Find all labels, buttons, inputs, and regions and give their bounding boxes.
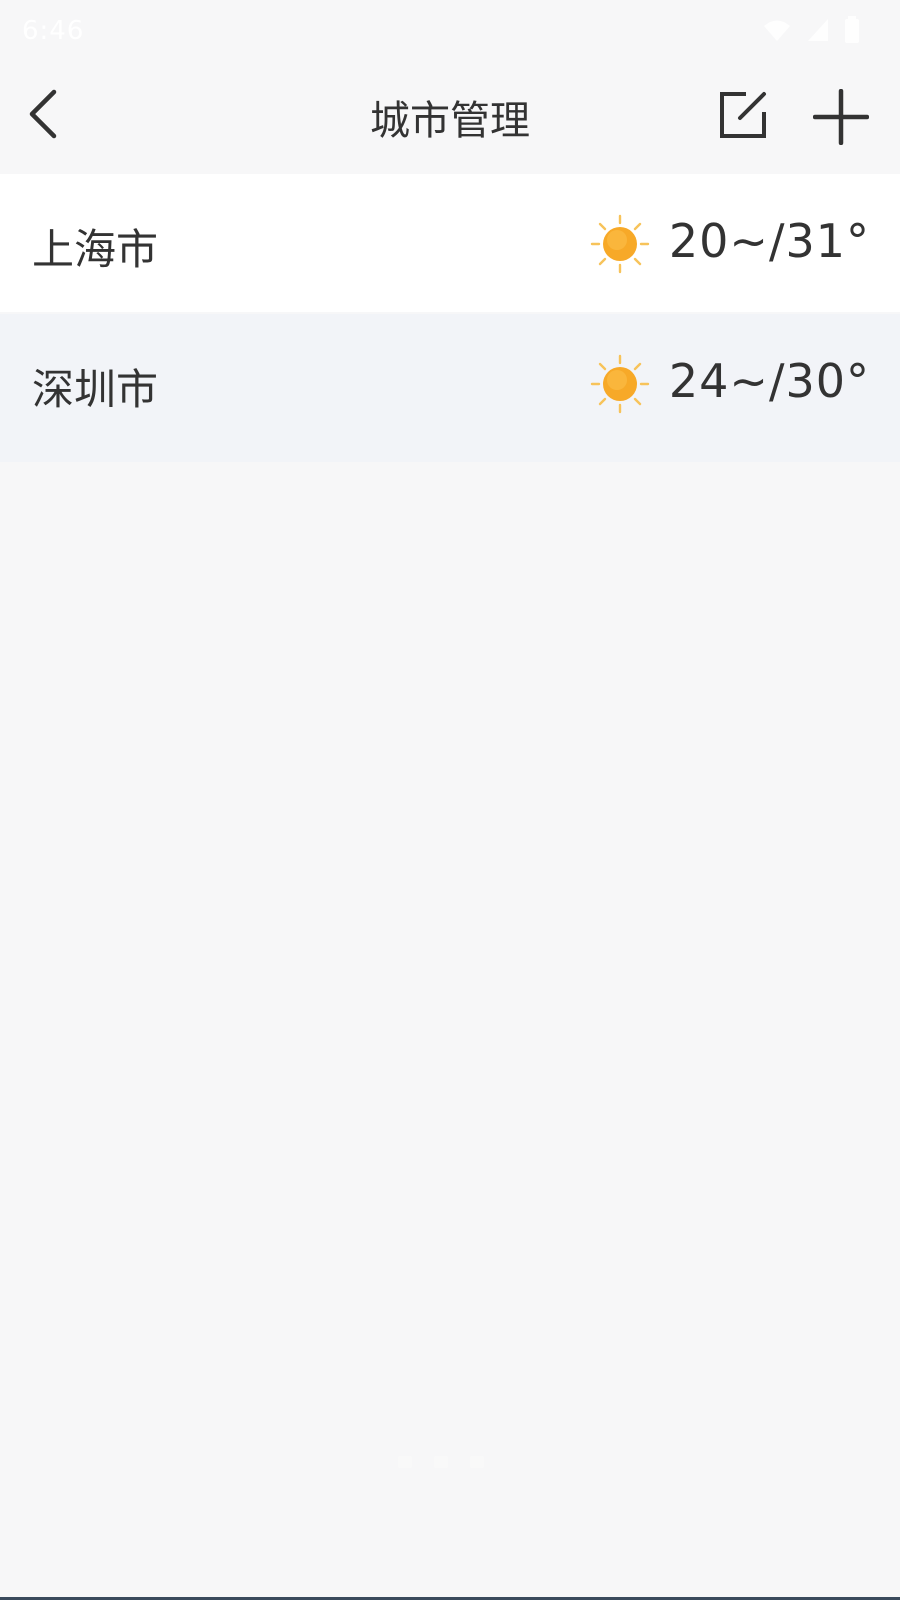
add-city-button[interactable] <box>808 86 874 152</box>
battery-icon <box>844 16 860 44</box>
back-button[interactable] <box>12 84 76 148</box>
sun-icon <box>590 214 650 274</box>
status-bar: 6:46 <box>0 0 900 62</box>
edit-icon <box>718 90 768 144</box>
signal-icon <box>806 17 830 43</box>
temperature-range: 24~/30° <box>668 354 870 408</box>
city-list: 上海市 20~/31° 深圳市 24~/30° <box>0 174 900 462</box>
nav-bar: 城市管理 <box>0 62 900 174</box>
chevron-left-icon <box>24 88 64 144</box>
city-row-shanghai[interactable]: 上海市 20~/31° <box>0 174 900 312</box>
status-time: 6:46 <box>22 16 85 46</box>
temperature-range: 20~/31° <box>668 214 870 268</box>
sun-icon <box>590 354 650 414</box>
status-icons <box>762 14 860 46</box>
city-row-shenzhen[interactable]: 深圳市 24~/30° <box>0 314 900 462</box>
wifi-icon <box>762 17 792 43</box>
plus-icon <box>812 88 870 149</box>
nav-hint-mark <box>434 1456 448 1468</box>
nav-hint-mark <box>398 1456 412 1468</box>
navigation-hint <box>398 1456 484 1468</box>
city-name: 深圳市 <box>32 365 159 414</box>
city-name: 上海市 <box>32 225 159 274</box>
edit-button[interactable] <box>712 86 774 148</box>
nav-hint-mark <box>470 1456 484 1468</box>
